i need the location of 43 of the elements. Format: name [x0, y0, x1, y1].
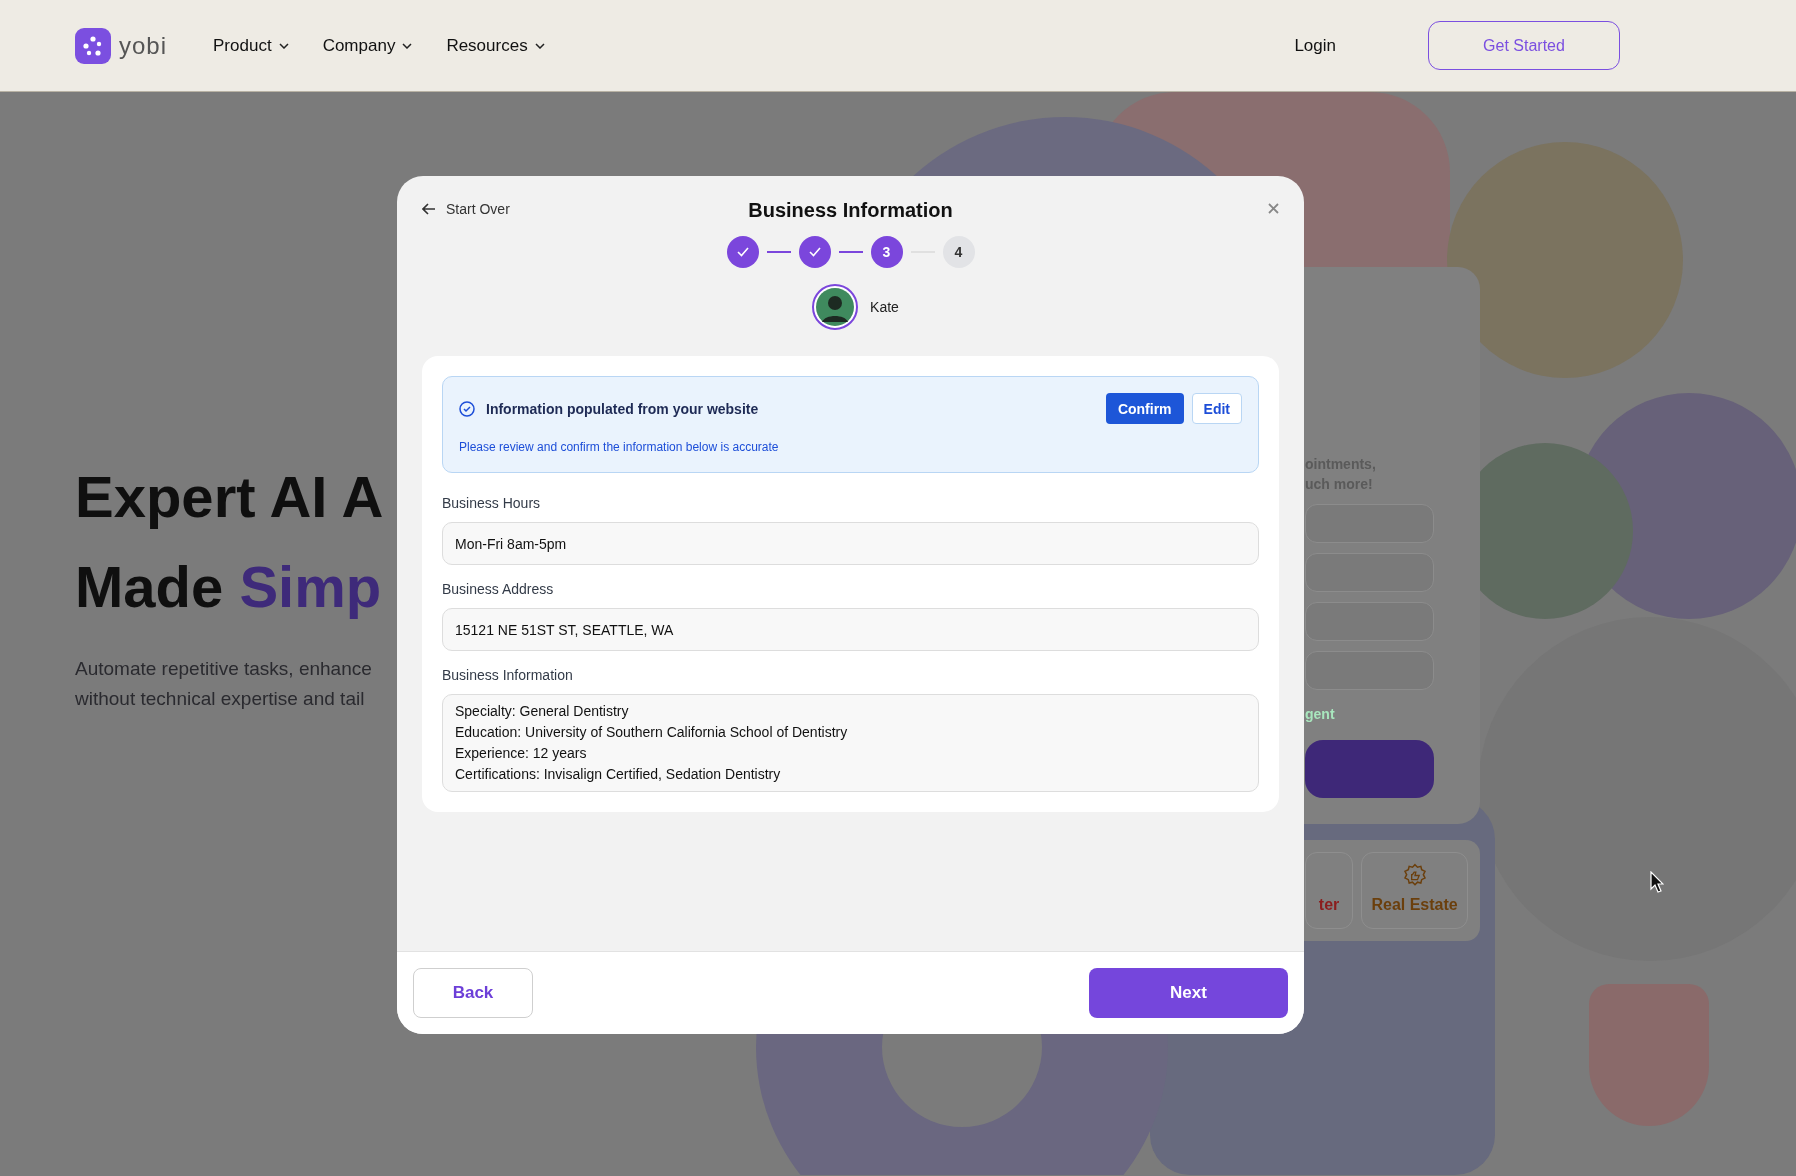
- input-field[interactable]: 15121 NE 51ST ST, SEATTLE, WA: [442, 608, 1259, 651]
- text-area[interactable]: Specialty: General Dentistry Education: University of Southern California School of Dentistry Experience: 12 years Certifications: Invisalign Certified, Sedation Dentistry: [442, 694, 1259, 792]
- edit-button[interactable]: Edit: [1191, 393, 1242, 424]
- start-over-link[interactable]: Start Over: [422, 201, 510, 217]
- back-button[interactable]: Back: [413, 968, 533, 1018]
- input-field[interactable]: [1305, 602, 1434, 641]
- step-indicator: 4: [942, 236, 975, 268]
- submit-button[interactable]: [1305, 740, 1434, 798]
- agent-name: Kate: [870, 299, 899, 315]
- industry-label: ter: [1318, 896, 1340, 914]
- chevron-down-icon: [534, 42, 545, 49]
- hero-title: Made Simp: [75, 553, 383, 621]
- confirm-button[interactable]: Confirm: [1105, 393, 1184, 424]
- input-field[interactable]: [1305, 651, 1434, 690]
- modal-title: Business Information: [748, 198, 953, 222]
- hero-subtitle: without technical expertise and tail: [75, 687, 366, 711]
- check-circle-icon: [459, 400, 475, 417]
- nav-menu-item[interactable]: Company: [322, 35, 413, 56]
- input-field[interactable]: [1305, 504, 1434, 543]
- chevron-down-icon: [278, 42, 289, 49]
- input-field[interactable]: Mon-Fri 8am-5pm: [442, 522, 1259, 565]
- logo-icon[interactable]: [75, 27, 111, 64]
- close-icon[interactable]: [1268, 203, 1279, 214]
- field-label: Business Address: [442, 581, 555, 597]
- get-started-button[interactable]: Get Started: [1428, 21, 1620, 70]
- step-indicator: 3: [870, 236, 903, 268]
- input-field[interactable]: [1305, 553, 1434, 592]
- nav-menu-item[interactable]: Resources: [446, 35, 545, 56]
- notice-title: Information populated from your website: [486, 400, 759, 417]
- logo-text[interactable]: yobi: [119, 31, 168, 60]
- avatar-icon: [812, 284, 859, 330]
- next-button[interactable]: Next: [1089, 968, 1288, 1018]
- hero-title: Expert AI A: [75, 463, 385, 531]
- arrow-left-icon: [422, 203, 436, 215]
- mouse-cursor-icon: [1650, 871, 1664, 893]
- hero-subtitle: Automate repetitive tasks, enhance: [75, 657, 373, 681]
- nav-menu-item[interactable]: Product: [213, 35, 289, 56]
- industry-label: Real Estate: [1371, 896, 1458, 914]
- field-label: Business Hours: [442, 495, 542, 511]
- chevron-down-icon: [402, 42, 413, 49]
- notice-text: Please review and confirm the information below is accurate: [459, 440, 780, 454]
- field-label: Business Information: [442, 667, 574, 683]
- login-link[interactable]: Login: [1294, 35, 1336, 56]
